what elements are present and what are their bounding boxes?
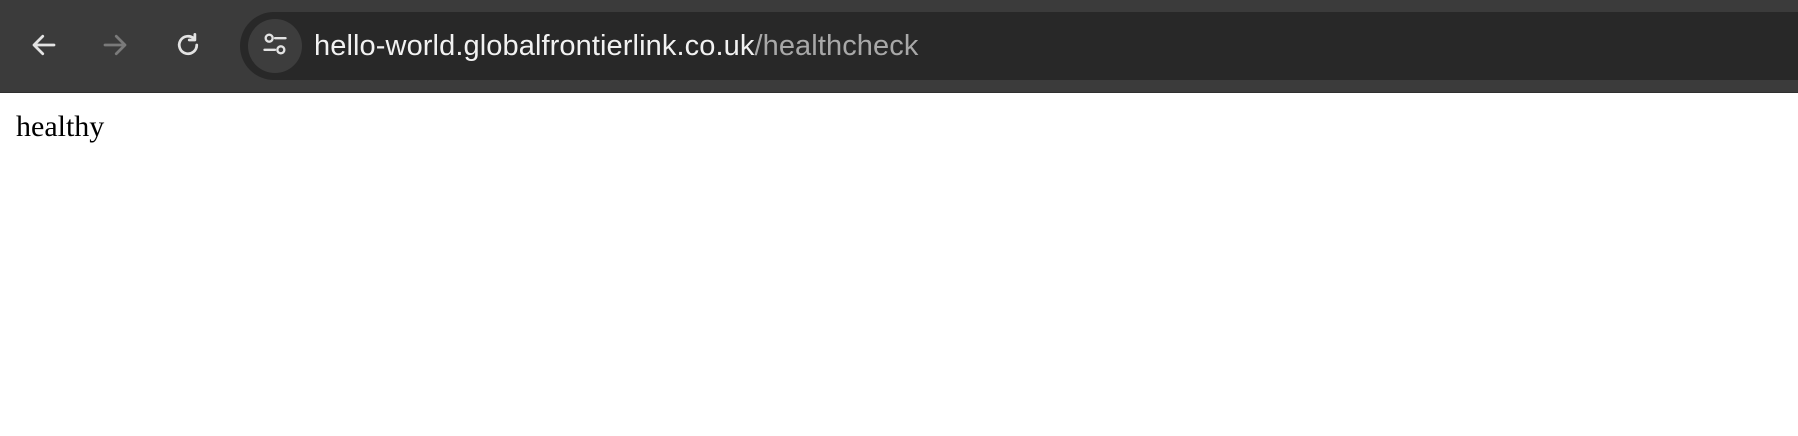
- forward-button[interactable]: [93, 23, 137, 67]
- url-path: /healthcheck: [754, 30, 919, 62]
- reload-button[interactable]: [166, 23, 210, 67]
- address-bar[interactable]: hello-world.globalfrontierlink.co.uk/hea…: [240, 12, 1798, 80]
- arrow-right-icon: [100, 30, 130, 60]
- arrow-left-icon: [29, 30, 59, 60]
- site-info-button[interactable]: [248, 19, 302, 73]
- reload-icon: [173, 30, 203, 60]
- url-host: hello-world.globalfrontierlink.co.uk: [314, 30, 755, 62]
- url-text[interactable]: hello-world.globalfrontierlink.co.uk/hea…: [314, 12, 918, 80]
- tune-icon: [261, 30, 289, 63]
- health-status-text: healthy: [16, 110, 105, 143]
- browser-toolbar: hello-world.globalfrontierlink.co.uk/hea…: [0, 0, 1798, 93]
- back-button[interactable]: [22, 23, 66, 67]
- page-content: healthy: [0, 93, 1798, 436]
